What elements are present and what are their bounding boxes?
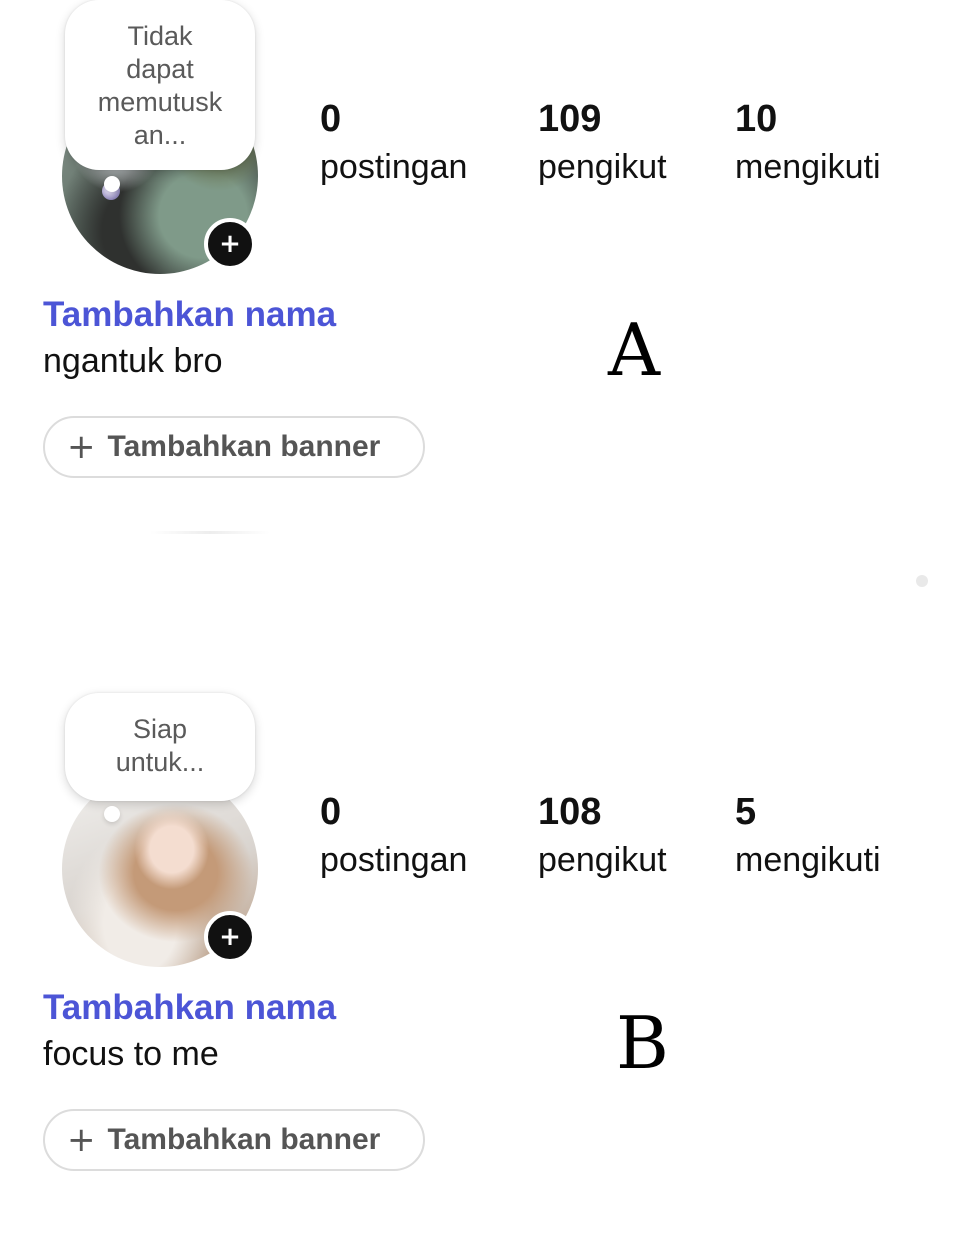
stat-count: 10 <box>735 98 778 140</box>
note-bubble-tail <box>104 806 120 822</box>
add-banner-label: Tambahkan banner <box>107 430 381 463</box>
stat-label: mengikuti <box>735 148 881 186</box>
note-bubble-tail <box>104 176 120 192</box>
bio-text: focus to me <box>43 1035 219 1073</box>
note-text: Tidak dapat memutusk an... <box>97 21 223 150</box>
add-banner-label: Tambahkan banner <box>107 1123 381 1156</box>
stat-label: mengikuti <box>735 841 881 879</box>
panel-marker: A <box>608 308 660 392</box>
edge-artifact <box>916 575 928 587</box>
stat-count: 109 <box>538 98 602 140</box>
add-banner-button[interactable]: + Tambahkan banner <box>43 416 425 478</box>
stat-count: 108 <box>538 791 602 833</box>
stat-count: 0 <box>320 791 342 833</box>
add-name-link[interactable]: Tambahkan nama <box>43 294 336 336</box>
divider-artifact <box>150 531 270 534</box>
note-bubble[interactable]: Tidak dapat memutusk an... <box>65 0 255 170</box>
stat-label: pengikut <box>538 841 667 879</box>
stat-label: postingan <box>320 148 468 186</box>
stat-following[interactable]: 5 mengikuti <box>735 791 881 883</box>
add-name-link[interactable]: Tambahkan nama <box>43 987 336 1029</box>
note-text: Siap untuk... <box>115 714 205 777</box>
note-bubble[interactable]: Siap untuk... <box>65 693 255 801</box>
stat-count: 5 <box>735 791 757 833</box>
stat-followers[interactable]: 109 pengikut <box>538 98 667 190</box>
stat-posts[interactable]: 0 postingan <box>320 98 467 190</box>
stat-label: postingan <box>320 841 468 879</box>
plus-icon: + <box>67 427 96 467</box>
add-story-plus-icon[interactable]: + <box>204 911 256 963</box>
bio-text: ngantuk bro <box>43 342 223 380</box>
profile-card-a: + Tidak dapat memutusk an... 0 postingan… <box>0 0 960 560</box>
stat-posts[interactable]: 0 postingan <box>320 791 467 883</box>
add-story-plus-icon[interactable]: + <box>204 218 256 270</box>
add-banner-button[interactable]: + Tambahkan banner <box>43 1109 425 1171</box>
profile-card-b: + Siap untuk... 0 postingan 108 pengikut… <box>0 693 960 1253</box>
stat-count: 0 <box>320 98 342 140</box>
plus-icon: + <box>67 1120 96 1160</box>
stat-followers[interactable]: 108 pengikut <box>538 791 667 883</box>
stat-label: pengikut <box>538 148 667 186</box>
stat-following[interactable]: 10 mengikuti <box>735 98 881 190</box>
panel-marker: B <box>616 1001 669 1085</box>
